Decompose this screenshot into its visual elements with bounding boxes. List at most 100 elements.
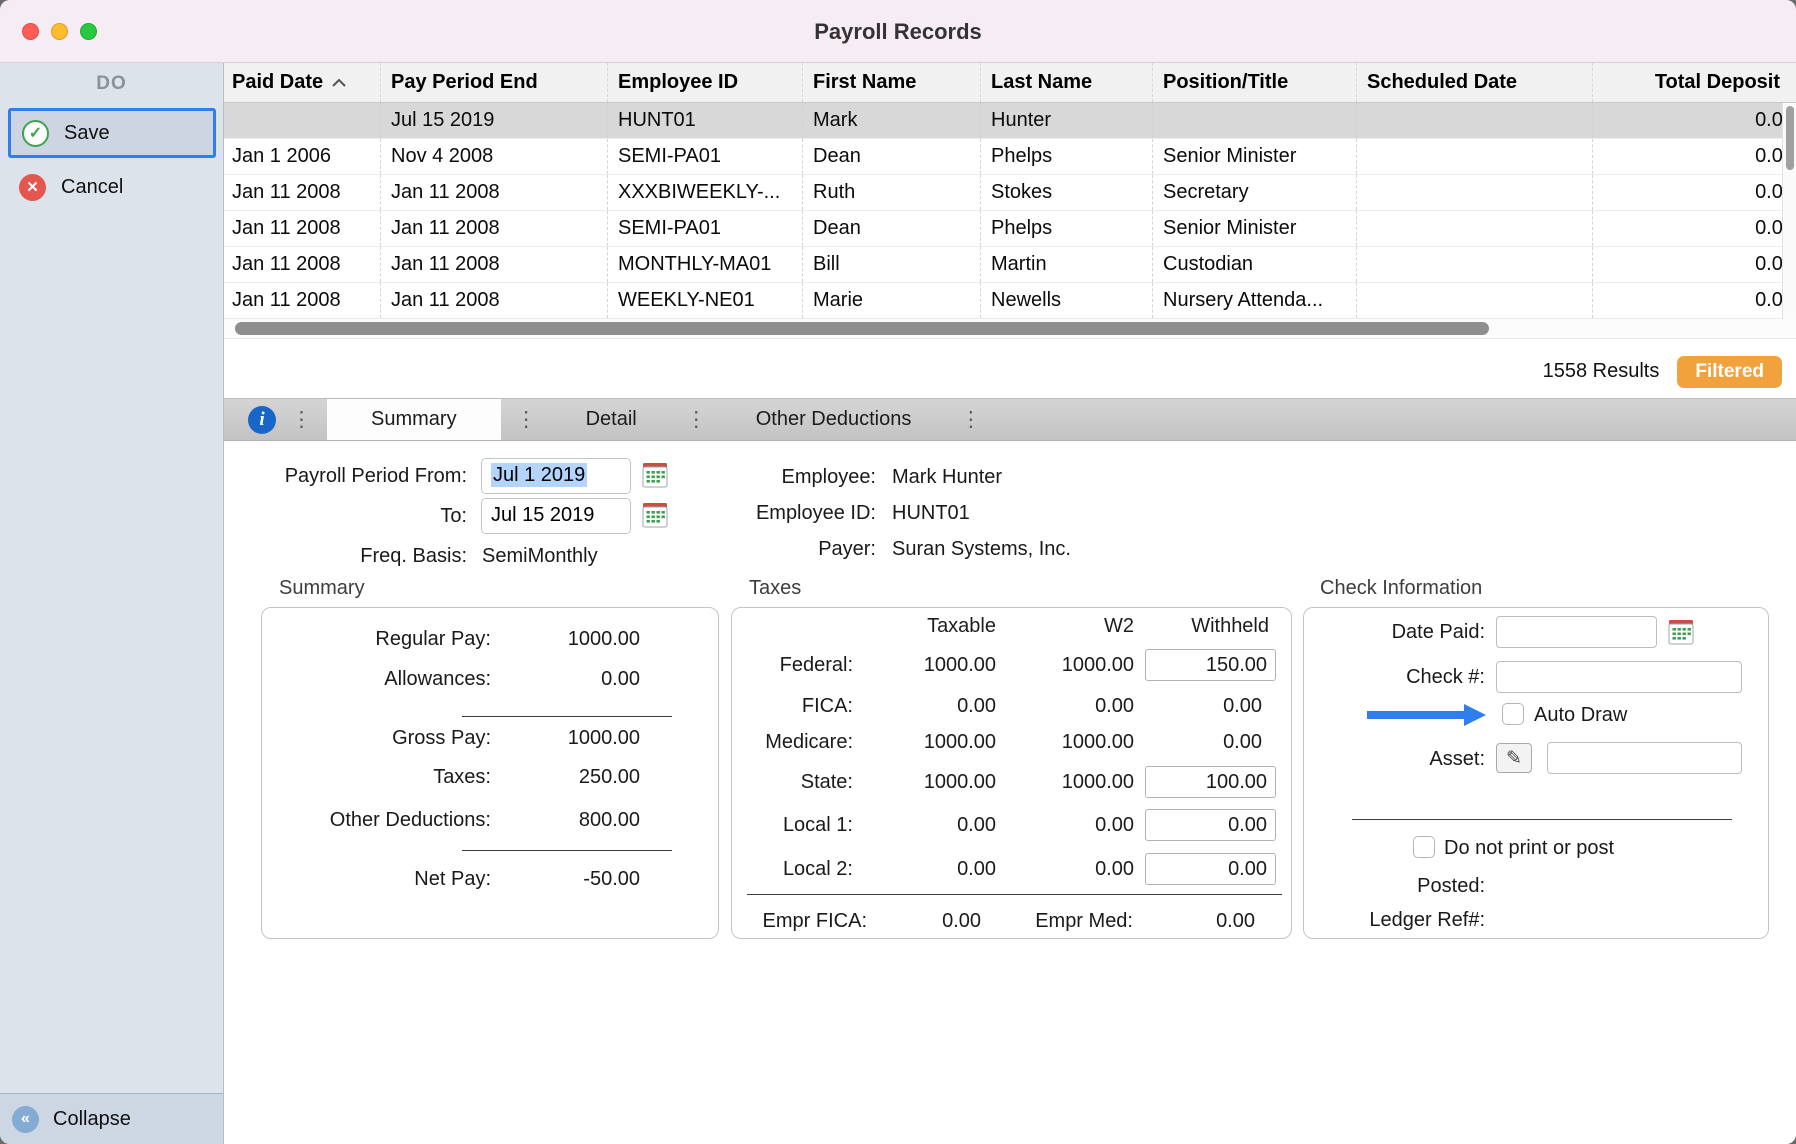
empr-med-label: Empr Med: <box>1035 905 1133 937</box>
collapse-chevrons-icon: « <box>12 1106 39 1133</box>
payer-value: Suran Systems, Inc. <box>892 533 1071 565</box>
auto-draw-arrow-icon <box>1367 704 1487 726</box>
table-row[interactable]: Jan 1 2006Nov 4 2008SEMI-PA01DeanPhelpsS… <box>224 139 1796 175</box>
withheld-column-header: Withheld <box>1191 610 1269 642</box>
menu-dots-icon[interactable]: ⋮ <box>945 406 996 434</box>
save-button[interactable]: ✓ Save <box>8 108 216 158</box>
check-number-input[interactable] <box>1496 661 1742 693</box>
cell-first-name: Bill <box>803 247 981 282</box>
summary-row-label: Taxes: <box>433 762 491 792</box>
tab-detail[interactable]: Detail <box>552 399 671 440</box>
do-not-print-checkbox[interactable] <box>1413 836 1435 858</box>
close-button[interactable] <box>22 23 39 40</box>
zoom-button[interactable] <box>80 23 97 40</box>
cell-employee-id: HUNT01 <box>608 103 803 138</box>
posted-label: Posted: <box>1417 870 1485 902</box>
column-header-first-name[interactable]: First Name <box>803 63 981 102</box>
cell-paid-date: Jan 11 2008 <box>224 247 381 282</box>
calendar-icon[interactable] <box>640 460 670 490</box>
calendar-icon[interactable] <box>1666 617 1696 647</box>
auto-draw-checkbox[interactable] <box>1502 703 1524 725</box>
traffic-lights <box>22 23 97 40</box>
vertical-scrollbar-thumb[interactable] <box>1786 106 1794 170</box>
cancel-button[interactable]: ✕ Cancel <box>8 162 216 212</box>
cell-last-name: Phelps <box>981 211 1153 246</box>
info-icon[interactable]: i <box>248 406 276 434</box>
tab-bar: i ⋮ Summary ⋮ Detail ⋮ Other Deductions … <box>224 398 1796 441</box>
cell-pay-period-end: Nov 4 2008 <box>381 139 608 174</box>
tab-other-deductions[interactable]: Other Deductions <box>722 399 946 440</box>
cell-employee-id: WEEKLY-NE01 <box>608 283 803 318</box>
filtered-badge[interactable]: Filtered <box>1677 356 1782 388</box>
vertical-scrollbar[interactable] <box>1782 103 1796 319</box>
calendar-icon[interactable] <box>640 500 670 530</box>
collapse-button[interactable]: « Collapse <box>0 1093 223 1144</box>
column-header-pay-period-end[interactable]: Pay Period End <box>381 63 608 102</box>
cell-pay-period-end: Jan 11 2008 <box>381 175 608 210</box>
column-header-paid-date[interactable]: Paid Date <box>224 63 381 102</box>
check-information-section-label: Check Information <box>1320 577 1482 600</box>
horizontal-scrollbar-thumb[interactable] <box>235 322 1489 335</box>
menu-dots-icon[interactable]: ⋮ <box>276 406 327 434</box>
results-row: 1558 Results Filtered <box>224 345 1796 398</box>
summary-box: Regular Pay:1000.00Allowances:0.00Gross … <box>261 607 719 939</box>
window-title: Payroll Records <box>0 0 1796 63</box>
summary-row: Other Deductions:800.00 <box>262 805 718 835</box>
period-from-label: Payroll Period From: <box>224 458 467 494</box>
summary-divider <box>462 850 672 851</box>
column-header-employee-id[interactable]: Employee ID <box>608 63 803 102</box>
table-row[interactable]: Jan 11 2008Jan 11 2008XXXBIWEEKLY-...Rut… <box>224 175 1796 211</box>
summary-row-label: Gross Pay: <box>392 723 491 753</box>
tax-row-label: FICA: <box>802 690 853 722</box>
freq-basis-value: SemiMonthly <box>482 538 598 574</box>
cell-pay-period-end: Jul 15 2019 <box>381 103 608 138</box>
tab-summary[interactable]: Summary <box>327 399 501 440</box>
table-body: Jul 15 2019HUNT01MarkHunter0.00Jan 1 200… <box>224 103 1796 319</box>
column-header-scheduled-date[interactable]: Scheduled Date <box>1357 63 1593 102</box>
cell-paid-date <box>224 103 381 138</box>
column-header-total-deposit[interactable]: Total Deposit <box>1593 63 1796 102</box>
cell-paid-date: Jan 11 2008 <box>224 283 381 318</box>
cell-position: Nursery Attenda... <box>1153 283 1357 318</box>
cell-position: Senior Minister <box>1153 211 1357 246</box>
asset-input[interactable] <box>1547 742 1742 774</box>
tax-row-label: State: <box>801 766 853 798</box>
cell-total-deposit: 0.00 <box>1593 103 1796 138</box>
taxes-section-label: Taxes <box>749 577 801 600</box>
tax-row: State:1000.001000.00100.00 <box>732 766 1291 798</box>
minimize-button[interactable] <box>51 23 68 40</box>
asset-label: Asset: <box>1429 743 1485 775</box>
cell-scheduled-date <box>1357 103 1593 138</box>
cell-first-name: Marie <box>803 283 981 318</box>
table-row[interactable]: Jan 11 2008Jan 11 2008MONTHLY-MA01BillMa… <box>224 247 1796 283</box>
menu-dots-icon[interactable]: ⋮ <box>671 406 722 434</box>
tax-w2-value: 1000.00 <box>1062 766 1134 798</box>
column-header-last-name[interactable]: Last Name <box>981 63 1153 102</box>
table-row[interactable]: Jan 11 2008Jan 11 2008WEEKLY-NE01MarieNe… <box>224 283 1796 319</box>
taxes-box: Taxable W2 Withheld Empr FICA: 0.00 Empr… <box>731 607 1292 939</box>
check-divider <box>1352 819 1732 820</box>
tax-row: Medicare:1000.001000.000.00 <box>732 726 1291 758</box>
table-header: Paid Date Pay Period End Employee ID Fir… <box>224 63 1796 103</box>
empr-fica-label: Empr FICA: <box>763 905 867 937</box>
tax-withheld-input[interactable]: 0.00 <box>1145 809 1276 841</box>
ledger-ref-label: Ledger Ref#: <box>1369 904 1485 936</box>
tax-withheld-input[interactable]: 0.00 <box>1145 853 1276 885</box>
horizontal-scrollbar[interactable] <box>224 319 1796 339</box>
asset-edit-icon[interactable]: ✎ <box>1496 743 1532 773</box>
period-from-input[interactable]: Jul 1 2019 <box>481 458 631 494</box>
menu-dots-icon[interactable]: ⋮ <box>501 406 552 434</box>
summary-row-value: 800.00 <box>579 805 640 835</box>
column-header-position-title[interactable]: Position/Title <box>1153 63 1357 102</box>
sidebar-header: DO <box>0 73 223 95</box>
period-to-input[interactable]: Jul 15 2019 <box>481 498 631 534</box>
empr-med-value: 0.00 <box>1216 905 1255 937</box>
tax-withheld-input[interactable]: 100.00 <box>1145 766 1276 798</box>
date-paid-input[interactable] <box>1496 616 1657 648</box>
table-row[interactable]: Jan 11 2008Jan 11 2008SEMI-PA01DeanPhelp… <box>224 211 1796 247</box>
table-row[interactable]: Jul 15 2019HUNT01MarkHunter0.00 <box>224 103 1796 139</box>
tax-withheld-input[interactable]: 150.00 <box>1145 649 1276 681</box>
cell-scheduled-date <box>1357 139 1593 174</box>
check-information-box: Date Paid: Check #: Auto Draw Asset: <box>1303 607 1769 939</box>
cell-position: Senior Minister <box>1153 139 1357 174</box>
